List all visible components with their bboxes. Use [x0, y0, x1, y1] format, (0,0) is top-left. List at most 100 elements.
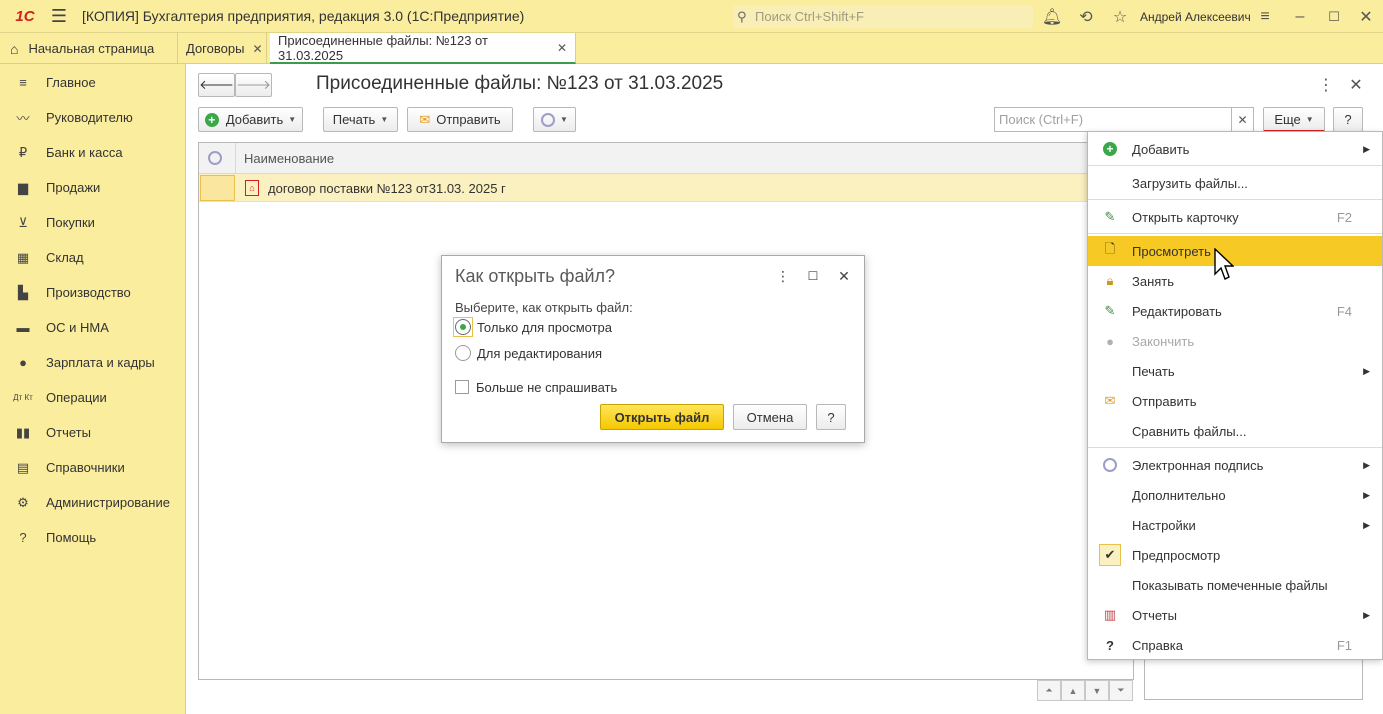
signature-icon — [1103, 458, 1117, 472]
sidebar-item-manager[interactable]: 〰 Руководителю — [0, 100, 186, 135]
menu-item-lock[interactable]: 🔒︎ Занять — [1088, 266, 1382, 296]
minimize-icon[interactable]: – — [1284, 0, 1316, 33]
radio-unselected-icon[interactable] — [455, 345, 471, 361]
sidebar-item-label: Отчеты — [46, 425, 91, 440]
menu-item-add[interactable]: + Добавить ▶ — [1088, 134, 1382, 164]
scroll-up-icon[interactable]: ▲ — [1061, 680, 1085, 701]
scroll-bottom-icon[interactable]: ⏷ — [1109, 680, 1133, 701]
menu-item-preview[interactable]: ✔ Предпросмотр — [1088, 540, 1382, 570]
mouse-cursor-icon — [1214, 248, 1234, 280]
global-search-input[interactable]: ⚲ Поиск Ctrl+Shift+F — [733, 5, 1033, 28]
main-menu-button[interactable]: ☰ — [42, 0, 76, 33]
sidebar-item-help[interactable]: ? Помощь — [0, 520, 186, 555]
tab-attached-files[interactable]: Присоединенные файлы: №123 от 31.03.2025… — [270, 33, 576, 64]
signature-button[interactable]: ▼ — [533, 107, 576, 132]
sidebar-item-sales[interactable]: ▆ Продажи — [0, 170, 186, 205]
radio-edit[interactable]: Для редактирования — [455, 343, 602, 363]
dialog-more-icon[interactable]: ⋮ — [771, 264, 795, 288]
menu-shortcut: F4 — [1336, 303, 1352, 319]
dialog-close-icon[interactable]: ✕ — [832, 264, 856, 288]
file-name-cell[interactable]: договор поставки №123 от31.03. 2025 г — [268, 174, 506, 202]
column-header-name[interactable]: Наименование — [244, 143, 334, 174]
lock-icon: 🔒︎ — [1106, 273, 1114, 288]
settings-funnel-icon[interactable]: ≡ — [1249, 0, 1281, 33]
close-icon[interactable]: ✕ — [1350, 0, 1382, 33]
dont-ask-checkbox[interactable]: Больше не спрашивать — [455, 377, 617, 397]
dialog-maximize-icon[interactable]: ☐ — [801, 264, 825, 288]
menu-item-edit[interactable]: ✎ Редактировать F4 — [1088, 296, 1382, 326]
sidebar-item-production[interactable]: ▙ Производство — [0, 275, 186, 310]
more-button[interactable]: Еще ▼ — [1263, 107, 1325, 132]
menu-item-compare[interactable]: Сравнить файлы... — [1088, 416, 1382, 446]
more-vert-icon[interactable]: ⋮ — [1310, 68, 1342, 101]
cancel-button[interactable]: Отмена — [733, 404, 807, 430]
maximize-icon[interactable]: ☐ — [1318, 0, 1350, 33]
print-button[interactable]: Печать ▼ — [323, 107, 398, 132]
pdf-file-icon: ⌂ — [245, 180, 259, 196]
menu-item-additional[interactable]: Дополнительно ▶ — [1088, 480, 1382, 510]
submenu-arrow-icon: ▶ — [1363, 459, 1370, 470]
menu-item-open-card[interactable]: ✎ Открыть карточку F2 — [1088, 202, 1382, 232]
clear-search-icon[interactable]: ✕ — [1231, 108, 1253, 131]
tab-label: Договоры — [186, 41, 245, 56]
debit-credit-icon: Дт Кт — [13, 393, 33, 402]
menu-item-finish[interactable]: ● Закончить — [1088, 326, 1382, 356]
envelope-icon: ✉ — [419, 111, 431, 127]
star-icon[interactable]: ☆ — [1104, 0, 1136, 33]
sidebar-item-purchases[interactable]: ⊻ Покупки — [0, 205, 186, 240]
dialog-help-button[interactable]: ? — [816, 404, 846, 430]
checkmark-icon: ✔ — [1099, 544, 1121, 566]
scroll-top-icon[interactable]: ⏶ — [1037, 680, 1061, 701]
sidebar-item-payroll[interactable]: ● Зарплата и кадры — [0, 345, 186, 380]
bell-icon[interactable]: 🔔︎ — [1036, 0, 1068, 33]
close-tab-icon[interactable]: ✕ — [557, 41, 567, 55]
send-button[interactable]: ✉ Отправить — [407, 107, 513, 132]
help-button[interactable]: ? — [1333, 107, 1363, 132]
menu-item-upload[interactable]: Загрузить файлы... — [1088, 168, 1382, 198]
add-button[interactable]: + Добавить ▼ — [198, 107, 303, 132]
submenu-arrow-icon: ▶ — [1363, 519, 1370, 530]
history-icon[interactable]: ⟲ — [1070, 0, 1102, 33]
table-row[interactable]: ⌂ договор поставки №123 от31.03. 2025 г — [199, 174, 1133, 202]
radio-selected-icon[interactable] — [455, 319, 471, 335]
sidebar-item-reports[interactable]: ▮▮ Отчеты — [0, 415, 186, 450]
tab-contracts[interactable]: Договоры ✕ — [178, 33, 267, 64]
back-button[interactable]: 🡐 — [198, 73, 235, 97]
forward-button[interactable]: 🡒 — [235, 73, 272, 97]
tabs-bar: ⌂ Начальная страница Договоры ✕ Присоеди… — [0, 33, 1383, 64]
search-input[interactable]: Поиск (Ctrl+F) ✕ — [994, 107, 1254, 132]
menu-item-send[interactable]: ✉ Отправить — [1088, 386, 1382, 416]
menu-item-show-marked[interactable]: Показывать помеченные файлы — [1088, 570, 1382, 600]
open-file-button[interactable]: Открыть файл — [600, 404, 724, 430]
menu-item-help[interactable]: ? Справка F1 — [1088, 630, 1382, 660]
sidebar-item-label: Производство — [46, 285, 131, 300]
submenu-arrow-icon: ▶ — [1363, 365, 1370, 376]
person-icon: ● — [19, 355, 27, 370]
sidebar-item-operations[interactable]: Дт Кт Операции — [0, 380, 186, 415]
sidebar-item-bank[interactable]: ₽ Банк и касса — [0, 135, 186, 170]
arrow-right-icon: 🡒 — [236, 77, 271, 92]
menu-item-settings[interactable]: Настройки ▶ — [1088, 510, 1382, 540]
close-tab-icon[interactable]: ✕ — [252, 42, 262, 56]
sidebar-item-warehouse[interactable]: ▦ Склад — [0, 240, 186, 275]
app-title: [КОПИЯ] Бухгалтерия предприятия, редакци… — [82, 8, 525, 24]
menu-item-signature[interactable]: Электронная подпись ▶ — [1088, 450, 1382, 480]
scroll-down-icon[interactable]: ▼ — [1085, 680, 1109, 701]
sidebar-item-admin[interactable]: ⚙ Администрирование — [0, 485, 186, 520]
menu-item-label: Закончить — [1132, 333, 1195, 349]
sidebar-item-label: Зарплата и кадры — [46, 355, 155, 370]
sidebar-item-assets[interactable]: ▬ ОС и НМА — [0, 310, 186, 345]
menu-item-reports[interactable]: ▥ Отчеты ▶ — [1088, 600, 1382, 630]
more-label: Еще — [1274, 111, 1301, 127]
sidebar-item-catalogs[interactable]: ▤ Справочники — [0, 450, 186, 485]
checkbox-icon[interactable] — [455, 380, 469, 394]
menu-item-label: Просмотреть — [1132, 243, 1211, 259]
close-form-icon[interactable]: ✕ — [1340, 68, 1372, 101]
menu-item-print[interactable]: Печать ▶ — [1088, 356, 1382, 386]
radio-view-only[interactable]: Только для просмотра — [453, 317, 612, 337]
sidebar-item-main[interactable]: ≡ Главное — [0, 65, 186, 100]
menu-item-view[interactable]: 🗋 Просмотреть — [1088, 236, 1382, 266]
row-marker-cell[interactable] — [200, 175, 235, 201]
user-name[interactable]: Андрей Алексеевич — [1140, 0, 1251, 33]
tab-home[interactable]: ⌂ Начальная страница — [0, 33, 178, 64]
